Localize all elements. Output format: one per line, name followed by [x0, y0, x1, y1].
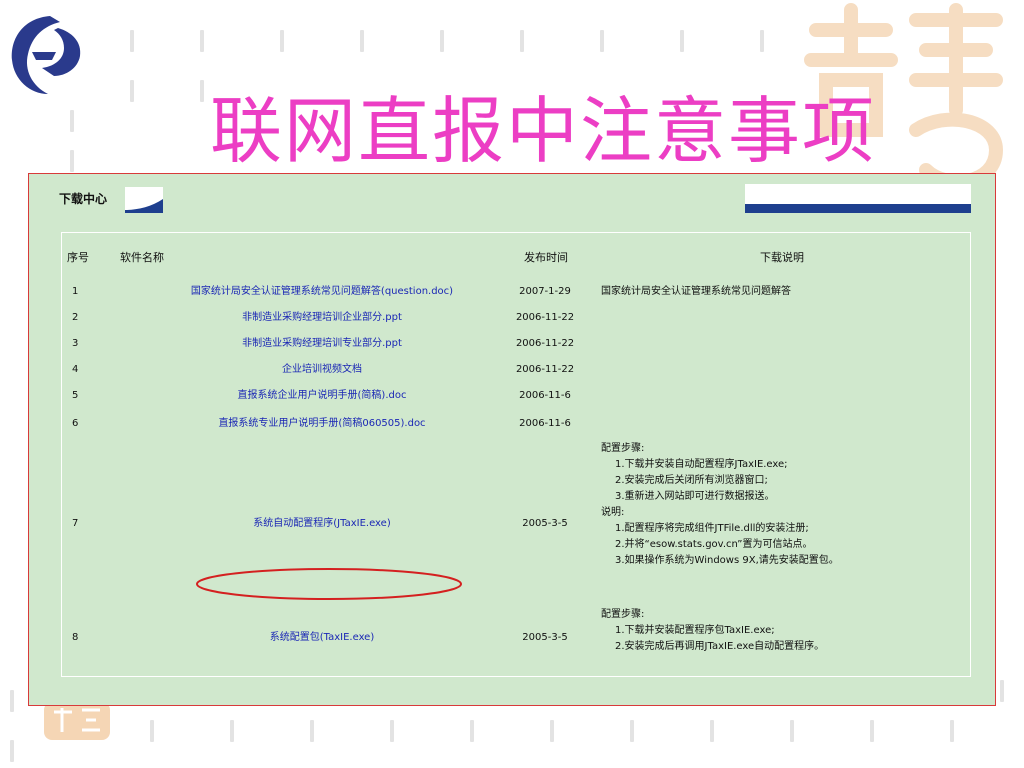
- file-link[interactable]: 非制造业采购经理培训企业部分.ppt: [242, 312, 402, 323]
- decorative-seal: [44, 702, 110, 740]
- row-name: 直报系统专业用户说明手册(简稿060505).doc: [122, 417, 522, 431]
- description-line: 说明:: [601, 507, 625, 518]
- description-line: 1.下载并安装配置程序包TaxIE.exe;: [615, 625, 775, 636]
- description-line: 2.并将“esow.stats.gov.cn”置为可信站点。: [615, 539, 813, 550]
- row-name: 系统自动配置程序(JTaxIE.exe): [122, 517, 522, 531]
- description-line: 配置步骤:: [601, 443, 645, 454]
- logo: [11, 16, 81, 94]
- file-link[interactable]: 系统自动配置程序(JTaxIE.exe): [253, 518, 390, 529]
- row-date: 2006-11-22: [515, 312, 575, 323]
- download-center-panel: 下载中心 序号 软件名称 发布时间 下载说明 1 国家统计局安全认证管理系统常见…: [28, 173, 996, 706]
- description-line: 1.下载并安装自动配置程序JTaxIE.exe;: [615, 459, 788, 470]
- download-table: 序号 软件名称 发布时间 下载说明 1 国家统计局安全认证管理系统常见问题解答(…: [61, 232, 971, 677]
- header-tab-graphic: [125, 187, 163, 213]
- column-header-date: 发布时间: [524, 251, 568, 264]
- row-number: 4: [72, 364, 79, 375]
- column-header-name: 软件名称: [120, 251, 164, 264]
- description-line: 3.如果操作系统为Windows 9X,请先安装配置包。: [615, 555, 839, 566]
- row-date: 2006-11-22: [515, 364, 575, 375]
- row-description: 国家统计局安全认证管理系统常见问题解答: [601, 286, 791, 297]
- row-date: 2006-11-22: [515, 338, 575, 349]
- row-name: 非制造业采购经理培训企业部分.ppt: [122, 311, 522, 325]
- header-bar-graphic: [745, 184, 971, 214]
- row-date: 2006-11-6: [519, 418, 571, 429]
- highlight-ellipse: [196, 568, 462, 600]
- description-line: 3.重新进入网站即可进行数据报送。: [615, 491, 775, 502]
- row-name: 直报系统企业用户说明手册(简稿).doc: [122, 389, 522, 403]
- row-date: 2005-3-5: [522, 632, 568, 643]
- row-description: 配置步骤: 1.下载并安装自动配置程序JTaxIE.exe; 2.安装完成后关闭…: [601, 441, 839, 569]
- row-number: 8: [72, 632, 79, 643]
- row-name: 系统配置包(TaxIE.exe): [122, 631, 522, 645]
- row-number: 1: [72, 286, 79, 297]
- column-header-number: 序号: [67, 251, 89, 264]
- file-link[interactable]: 系统配置包(TaxIE.exe): [270, 632, 375, 643]
- row-number: 3: [72, 338, 79, 349]
- row-name: 非制造业采购经理培训专业部分.ppt: [122, 337, 522, 351]
- file-link[interactable]: 国家统计局安全认证管理系统常见问题解答(question.doc): [191, 286, 453, 297]
- column-header-description: 下载说明: [760, 251, 804, 264]
- row-date: 2005-3-5: [522, 518, 568, 529]
- row-name: 国家统计局安全认证管理系统常见问题解答(question.doc): [122, 285, 522, 299]
- row-number: 5: [72, 390, 79, 401]
- row-description: 配置步骤: 1.下载并安装配置程序包TaxIE.exe; 2.安装完成后再调用J…: [601, 607, 824, 655]
- file-link[interactable]: 企业培训视频文档: [282, 364, 362, 375]
- row-number: 7: [72, 518, 79, 529]
- row-number: 6: [72, 418, 79, 429]
- description-line: 1.配置程序将完成组件JTFile.dll的安装注册;: [615, 523, 809, 534]
- description-line: 2.安装完成后再调用JTaxIE.exe自动配置程序。: [615, 641, 825, 652]
- file-link[interactable]: 直报系统专业用户说明手册(简稿060505).doc: [218, 418, 425, 429]
- file-link[interactable]: 非制造业采购经理培训专业部分.ppt: [242, 338, 402, 349]
- download-center-title: 下载中心: [59, 192, 108, 206]
- description-line: 配置步骤:: [601, 609, 645, 620]
- row-number: 2: [72, 312, 79, 323]
- slide-title: 联网直报中注意事项: [210, 89, 877, 173]
- file-link[interactable]: 直报系统企业用户说明手册(简稿).doc: [238, 390, 407, 401]
- row-date: 2007-1-29: [519, 286, 571, 297]
- row-name: 企业培训视频文档: [122, 363, 522, 377]
- description-line: 2.安装完成后关闭所有浏览器窗口;: [615, 475, 768, 486]
- row-date: 2006-11-6: [519, 390, 571, 401]
